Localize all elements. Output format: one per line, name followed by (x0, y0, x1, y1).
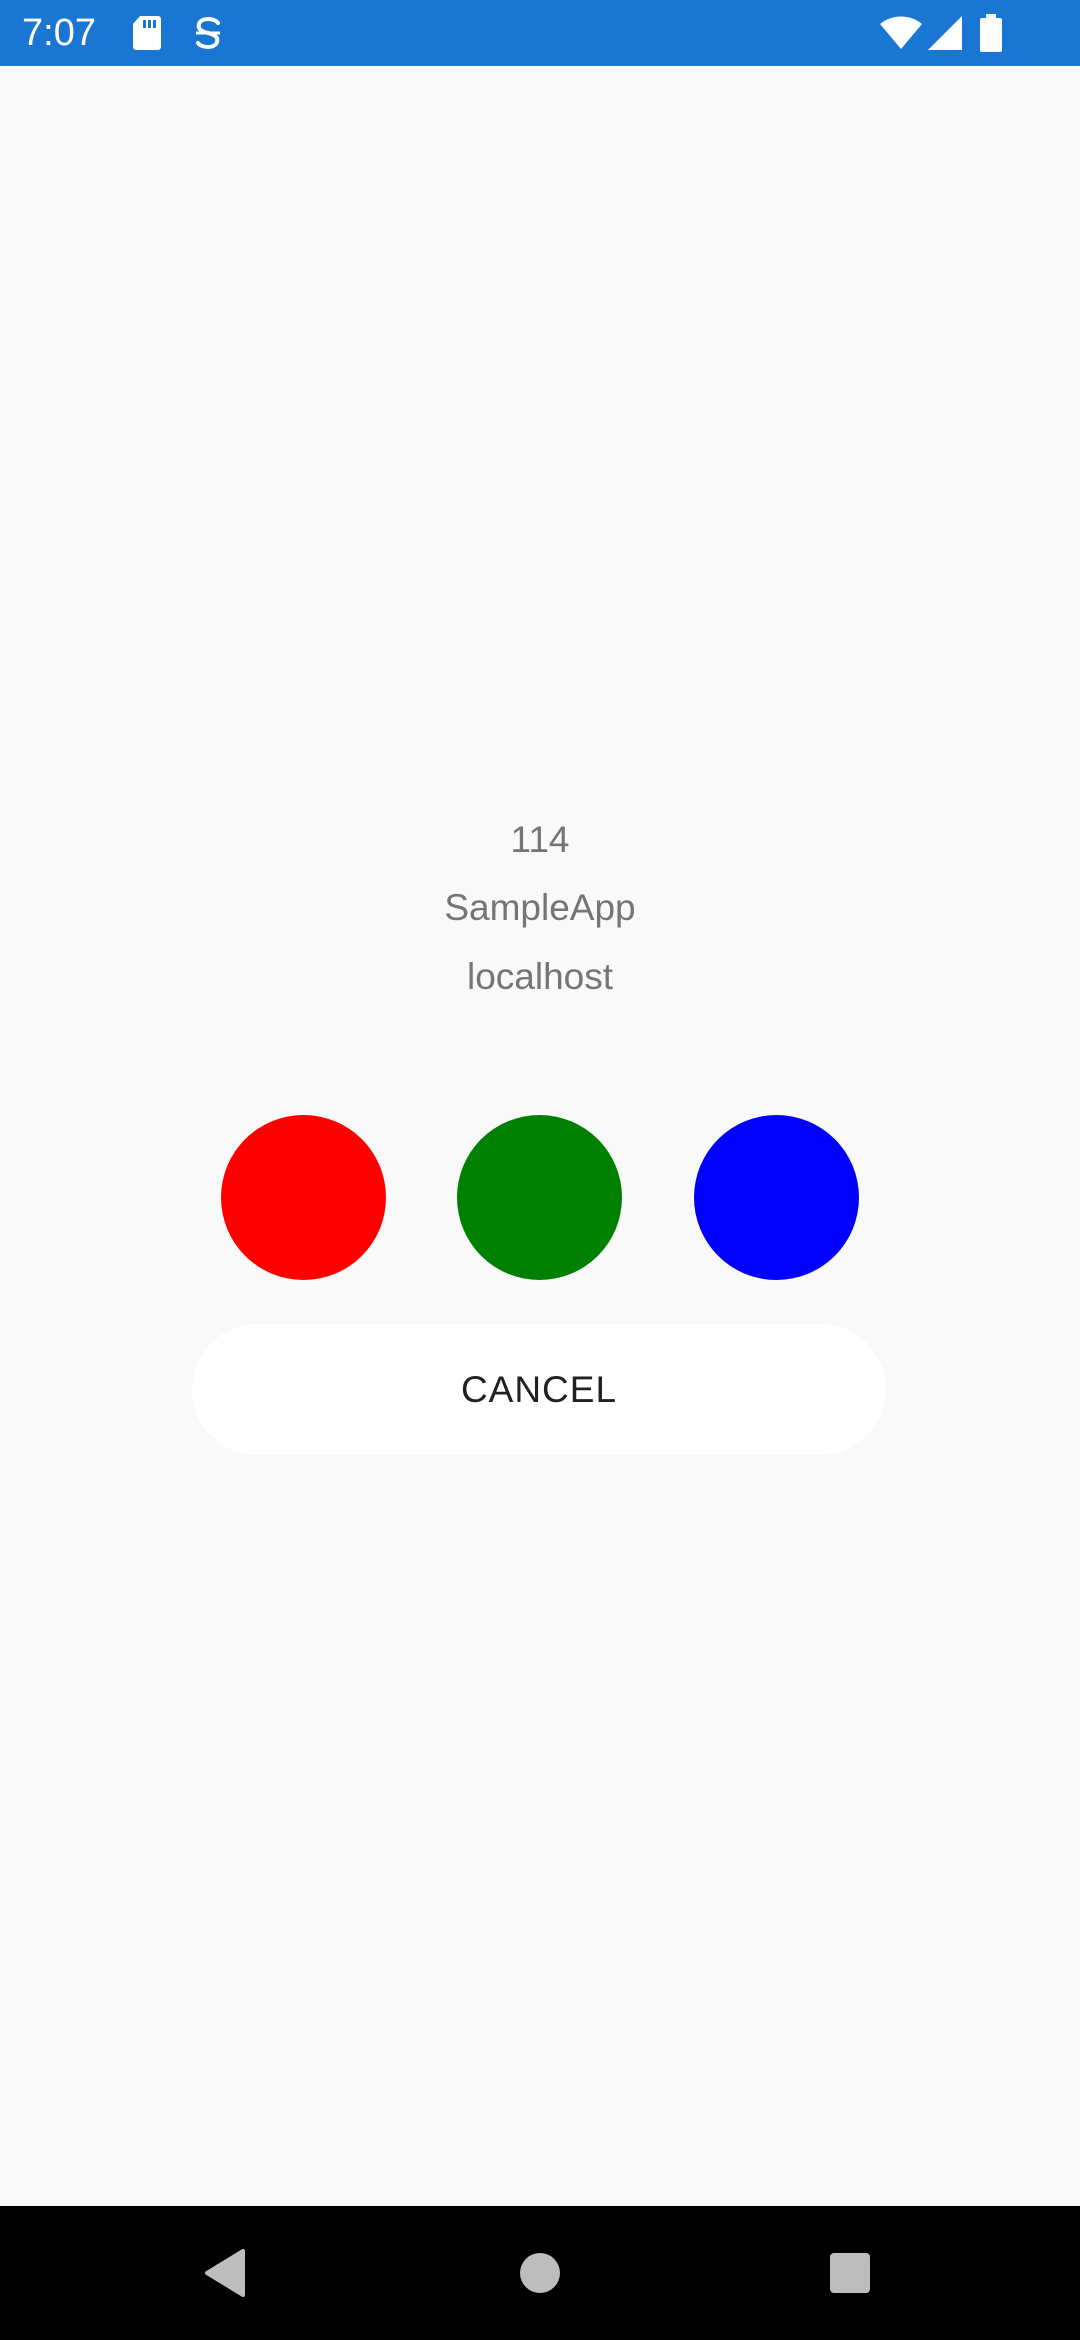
recents-button[interactable] (805, 2228, 895, 2318)
wifi-icon (880, 16, 922, 49)
sync-icon (196, 17, 220, 49)
recents-icon (830, 2253, 870, 2293)
home-icon (520, 2253, 560, 2293)
back-button[interactable] (180, 2228, 270, 2318)
info-app-name: SampleApp (444, 887, 636, 928)
green-circle[interactable] (457, 1115, 622, 1280)
status-time: 7:07 (22, 12, 96, 54)
sd-card-icon (133, 16, 161, 50)
info-host: localhost (466, 956, 614, 997)
home-button[interactable] (495, 2228, 585, 2318)
signal-icon (928, 16, 962, 50)
back-icon (205, 2249, 245, 2297)
cancel-button-label: CANCEL (460, 1368, 618, 1410)
nav-bar (0, 2206, 1080, 2340)
blue-circle[interactable] (694, 1115, 859, 1280)
red-circle[interactable] (221, 1115, 386, 1280)
battery-icon (980, 14, 1002, 52)
info-number: 114 (510, 819, 570, 860)
status-bar: 7:07 (0, 0, 1080, 66)
cancel-button[interactable]: CANCEL (192, 1324, 886, 1455)
